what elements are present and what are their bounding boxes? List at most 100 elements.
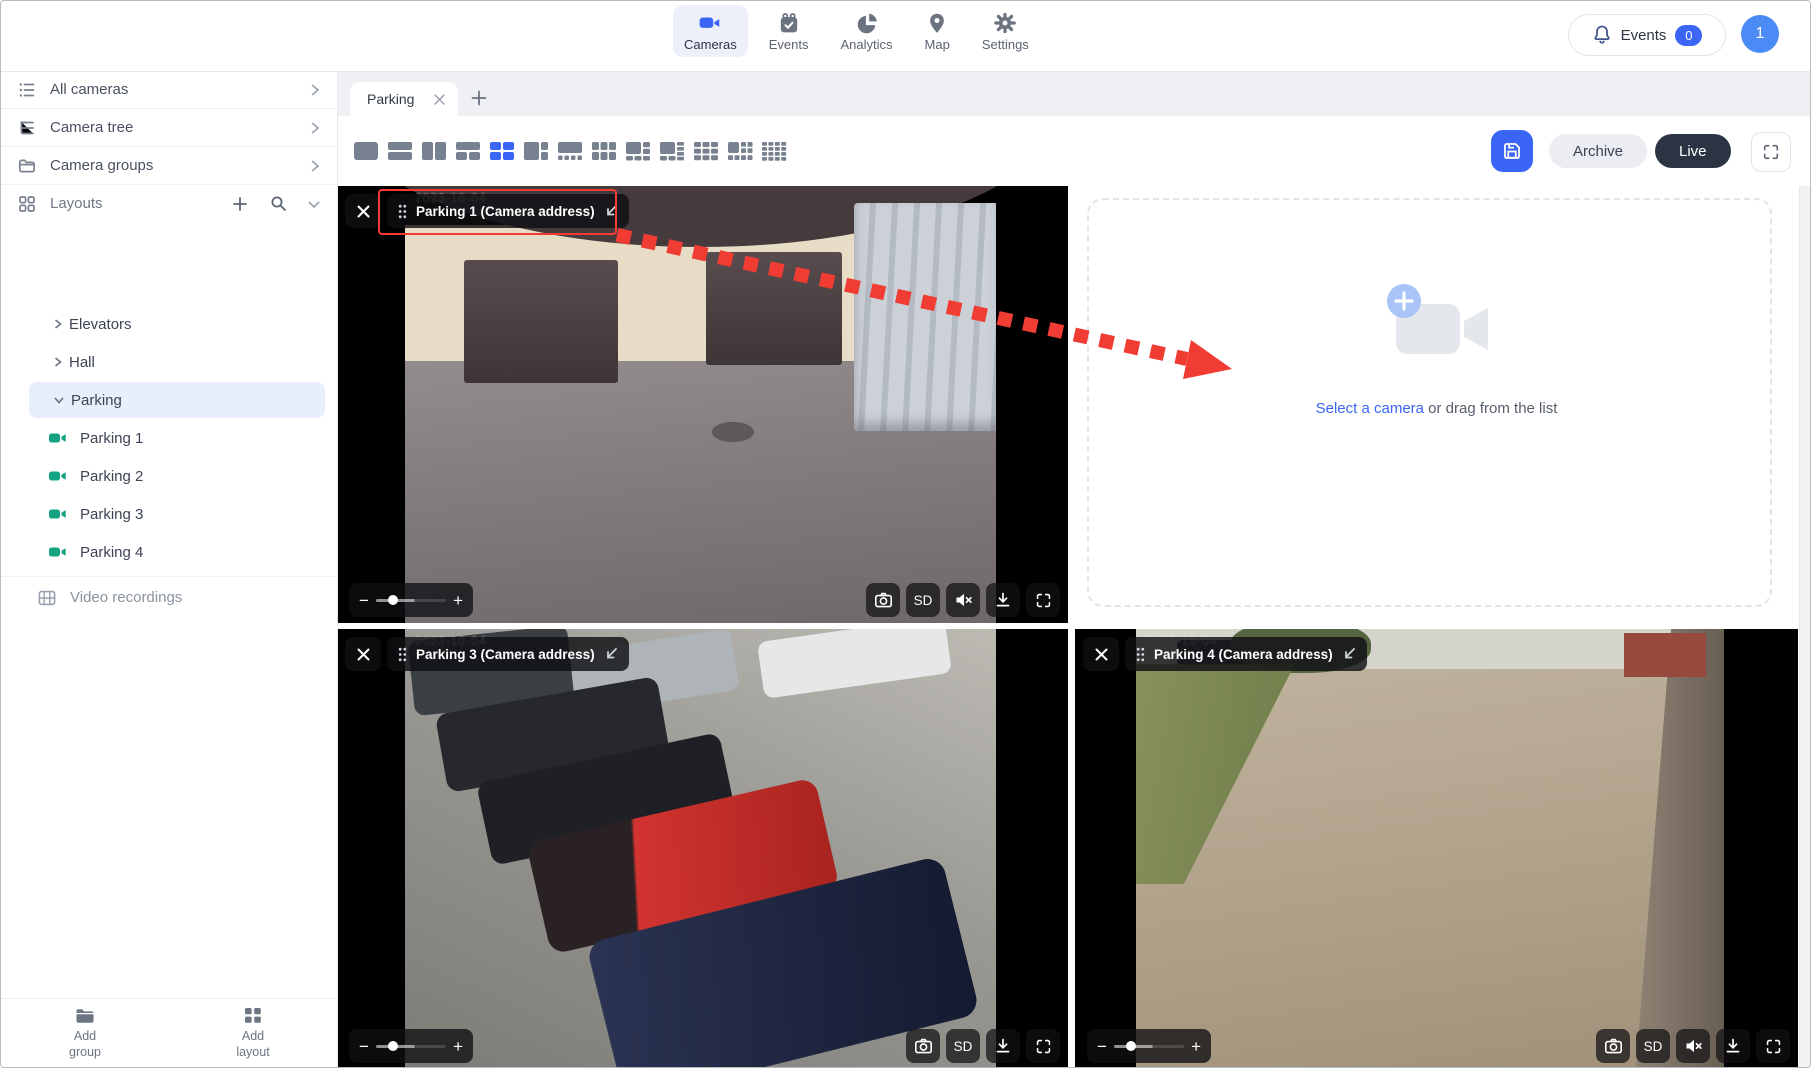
drag-handle-icon[interactable] [398,647,407,662]
layout-option-2-rows[interactable] [388,141,414,161]
layout-option-3x3[interactable] [694,141,720,161]
download-button[interactable] [1716,1029,1750,1063]
remove-camera-button[interactable] [1083,637,1119,671]
mute-button[interactable] [946,583,980,617]
zoom-knob[interactable] [1126,1041,1136,1051]
tree-camera-parking-1[interactable]: Parking 1 [1,419,337,457]
mute-button[interactable] [1676,1029,1710,1063]
drag-handle-icon[interactable] [398,204,407,219]
nav-events[interactable]: Events [758,5,820,57]
nav-map[interactable]: Map [914,5,961,57]
tree-item-elevators[interactable]: Elevators [1,305,337,343]
save-layout-button[interactable] [1491,130,1533,172]
sidebar-item-camera-tree[interactable]: Camera tree [1,109,337,147]
camera-video-parking-3[interactable]: 2023-10-04 [405,629,996,1068]
layout-option-1x1[interactable] [354,141,380,161]
add-layout-plus-icon[interactable] [232,196,248,212]
collapse-arrow-icon[interactable] [604,647,618,661]
tree-camera-parking-3[interactable]: Parking 3 [1,495,337,533]
zoom-out-button[interactable]: − [359,1038,369,1055]
zoom-track[interactable] [376,599,446,602]
download-button[interactable] [986,1029,1020,1063]
quality-toggle-button[interactable]: SD [906,583,940,617]
drag-handle-icon[interactable] [1136,647,1145,662]
remove-camera-button[interactable] [345,194,381,228]
nav-label: Settings [982,37,1029,52]
vertical-scrollbar-track[interactable] [1799,186,1811,1068]
zoom-in-button[interactable]: + [1191,1038,1201,1055]
digital-zoom-slider[interactable]: − + [1087,1029,1211,1063]
camera-tile-parking-1[interactable]: 2023-10-04 Parking 1 (Camera address) − … [337,186,1068,623]
tab-parking[interactable]: Parking [350,82,458,116]
tile-fullscreen-button[interactable] [1756,1029,1790,1063]
snapshot-button[interactable] [906,1029,940,1063]
zoom-knob[interactable] [388,595,398,605]
tree-camera-parking-4[interactable]: Parking 4 [1,533,337,571]
tree-item-parking[interactable]: Parking [1,381,337,419]
quality-toggle-button[interactable]: SD [1636,1029,1670,1063]
zoom-out-button[interactable]: − [359,592,369,609]
layout-option-1-plus-2-side[interactable] [524,141,550,161]
nav-analytics[interactable]: Analytics [830,5,904,57]
layout-option-1-plus-4[interactable] [558,141,584,161]
camera-tile-header[interactable]: Parking 4 (Camera address) [1125,637,1367,671]
tree-camera-label: Parking 2 [80,468,143,485]
layout-option-1-plus-8[interactable] [728,141,754,161]
sidebar-item-camera-groups[interactable]: Camera groups [1,147,337,185]
layout-option-1-plus-7[interactable] [660,141,686,161]
select-a-camera-link[interactable]: Select a camera [1316,400,1424,417]
nav-cameras[interactable]: Cameras [673,5,748,57]
add-group-button[interactable]: Add group [1,999,169,1068]
archive-mode-button[interactable]: Archive [1549,134,1647,168]
sidebar-item-all-cameras[interactable]: All cameras [1,71,337,109]
save-floppy-icon [1501,140,1523,162]
zoom-track[interactable] [1114,1045,1184,1048]
new-tab-plus-icon[interactable] [470,89,488,107]
zoom-track[interactable] [376,1045,446,1048]
camera-tile-parking-4[interactable]: 2023-10-04 Parking 4 (Camera address) − … [1075,629,1798,1068]
camera-tile-parking-3[interactable]: 2023-10-04 Parking 3 (Camera address) − … [337,629,1068,1068]
add-layout-button[interactable]: Add layout [169,999,337,1068]
layout-option-3x2[interactable] [592,141,618,161]
user-avatar[interactable]: 1 [1741,15,1779,53]
zoom-knob[interactable] [388,1041,398,1051]
camera-video-parking-1[interactable]: 2023-10-04 [405,186,996,623]
events-notifications-button[interactable]: Events 0 [1568,14,1726,56]
layout-option-2x2-selected[interactable] [490,141,516,161]
live-mode-button[interactable]: Live [1655,134,1731,168]
add-group-label: Add group [62,1029,108,1060]
zoom-in-button[interactable]: + [453,1038,463,1055]
layout-option-2-cols[interactable] [422,141,448,161]
layout-option-1-plus-2[interactable] [456,141,482,161]
tile-fullscreen-button[interactable] [1026,583,1060,617]
layout-option-1-plus-5[interactable] [626,141,652,161]
download-button[interactable] [986,583,1020,617]
digital-zoom-slider[interactable]: − + [349,1029,473,1063]
fullscreen-button[interactable] [1751,132,1791,172]
nav-settings[interactable]: Settings [971,5,1040,57]
close-tab-icon[interactable] [433,93,446,106]
camera-video-parking-4[interactable]: 2023-10-04 [1136,629,1724,1068]
zoom-in-button[interactable]: + [453,592,463,609]
snapshot-button[interactable] [1596,1029,1630,1063]
collapse-arrow-icon[interactable] [1342,647,1356,661]
digital-zoom-slider[interactable]: − + [349,583,473,617]
snapshot-button[interactable] [866,583,900,617]
layout-option-4x4[interactable] [762,141,788,161]
tile-fullscreen-button[interactable] [1026,1029,1060,1063]
camera-tile-header[interactable]: Parking 3 (Camera address) [387,637,629,671]
camera-tile-header[interactable]: Parking 1 (Camera address) [387,194,629,228]
empty-camera-slot[interactable]: Select a camera or drag from the list [1075,186,1798,623]
tree-item-hall[interactable]: Hall [1,343,337,381]
events-button-label: Events [1621,27,1667,44]
quality-toggle-button[interactable]: SD [946,1029,980,1063]
chevron-down-icon[interactable] [307,198,321,210]
sidebar-item-video-recordings[interactable]: Video recordings [1,576,337,618]
tree-camera-parking-2[interactable]: Parking 2 [1,457,337,495]
sidebar-item-layouts[interactable]: Layouts [1,185,337,222]
zoom-out-button[interactable]: − [1097,1038,1107,1055]
collapse-arrow-icon[interactable] [604,204,618,218]
scene-manhole [712,422,753,442]
search-icon[interactable] [270,195,287,212]
remove-camera-button[interactable] [345,637,381,671]
